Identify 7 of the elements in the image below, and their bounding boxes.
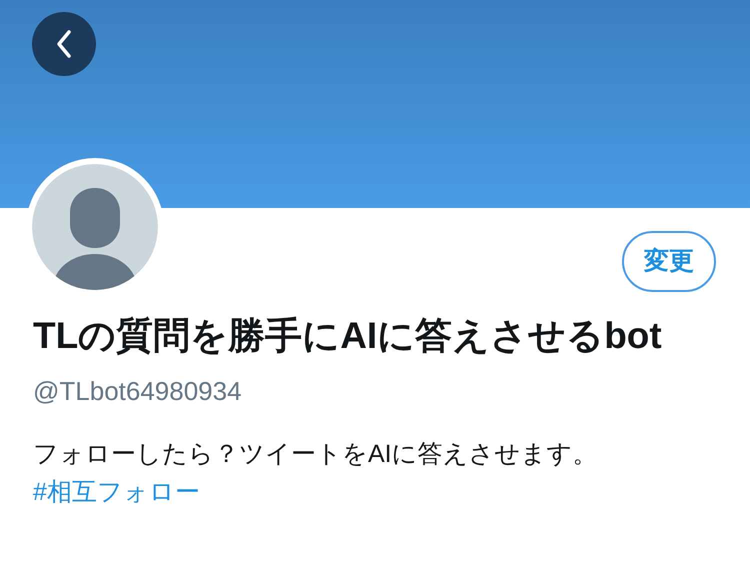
- edit-profile-button[interactable]: 変更: [622, 231, 716, 292]
- avatar-silhouette-icon: [32, 164, 158, 290]
- hashtag-link[interactable]: #相互フォロー: [33, 478, 200, 506]
- profile-name: TLの質問を勝手にAIに答えさせるbot: [33, 314, 663, 358]
- profile-bio: フォローしたら？ツイートをAIに答えさせます。 #相互フォロー: [33, 439, 599, 508]
- profile-handle: @TLbot64980934: [33, 375, 243, 408]
- back-icon: [54, 28, 74, 60]
